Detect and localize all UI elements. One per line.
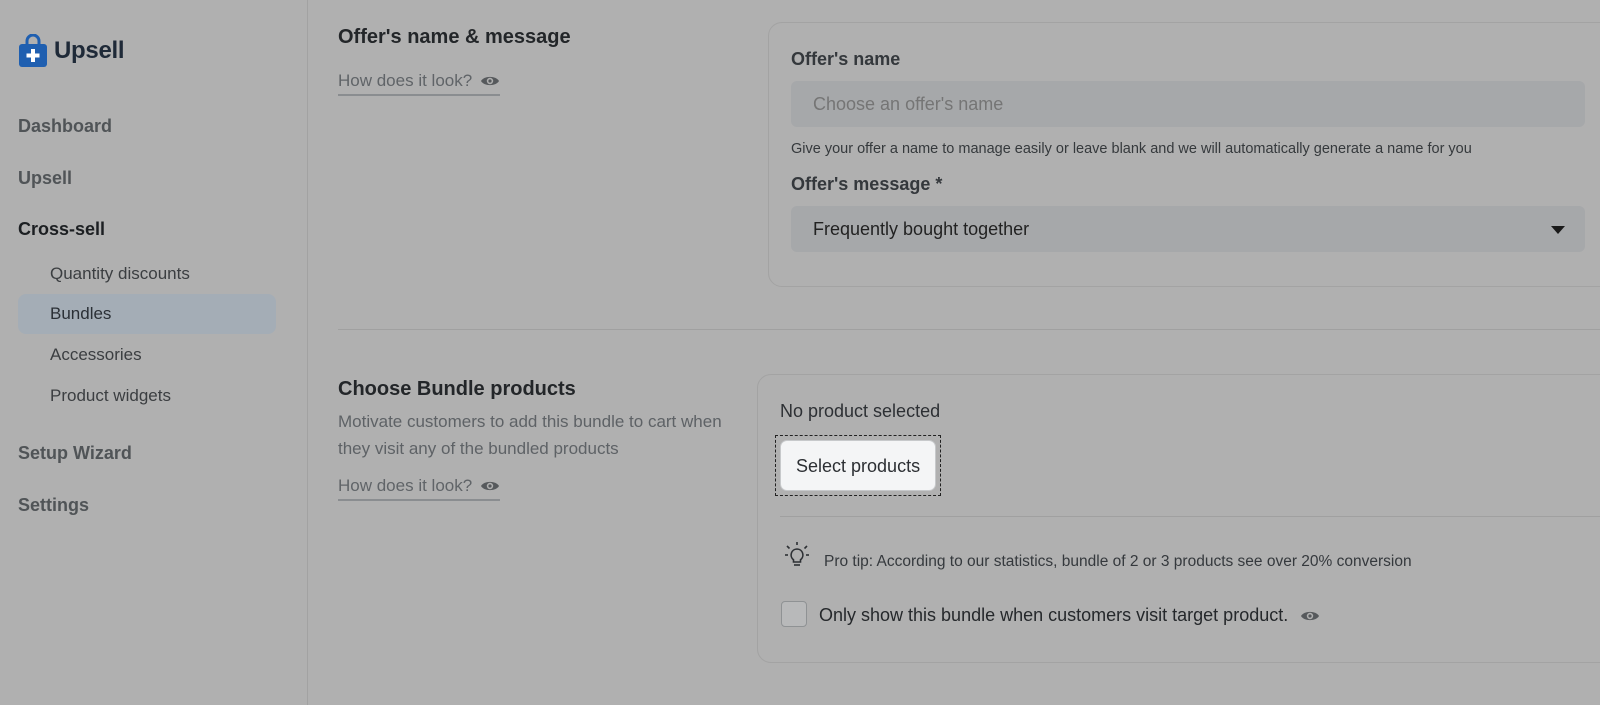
offer-name-input[interactable] — [791, 81, 1585, 127]
app-logo[interactable]: Upsell — [18, 34, 125, 68]
card-divider — [780, 516, 1600, 517]
target-product-checkbox-label[interactable]: Only show this bundle when customers vis… — [819, 605, 1320, 626]
select-products-button[interactable]: Select products — [780, 440, 937, 491]
offer-card: Offer's name Give your offer a name to m… — [768, 22, 1600, 287]
offer-message-select[interactable]: Frequently bought together — [791, 206, 1585, 252]
no-product-text: No product selected — [780, 401, 941, 421]
offer-name-label: Offer's name — [791, 49, 901, 69]
sidebar-subitem-quantity-discounts[interactable]: Quantity discounts — [18, 254, 276, 294]
sidebar-item-dashboard[interactable]: Dashboard — [18, 116, 112, 137]
caret-down-icon — [1551, 226, 1565, 234]
bundle-preview-link[interactable]: How does it look? — [338, 476, 501, 501]
lightbulb-icon — [785, 542, 809, 566]
sidebar-item-setup-wizard[interactable]: Setup Wizard — [18, 443, 132, 464]
target-product-checkbox[interactable] — [781, 601, 807, 627]
bundle-preview-link-label: How does it look? — [338, 476, 473, 495]
offer-section-title: Offer's name & message — [338, 26, 571, 48]
pro-tip-text: Pro tip: According to our statistics, bu… — [824, 553, 1412, 570]
sidebar-item-settings[interactable]: Settings — [18, 495, 89, 516]
section-divider — [338, 329, 1600, 330]
eye-icon — [481, 76, 500, 86]
shopping-bag-icon — [19, 34, 47, 67]
sidebar-subitem-product-widgets[interactable]: Product widgets — [18, 376, 276, 416]
offer-name-helper: Give your offer a name to manage easily … — [791, 141, 1472, 157]
offer-message-value: Frequently bought together — [813, 219, 1030, 239]
select-products-focus-ring: Select products — [775, 435, 942, 496]
sidebar-item-cross-sell[interactable]: Cross-sell — [18, 219, 105, 240]
offer-message-label: Offer's message * — [791, 174, 943, 194]
sidebar-subitem-bundles[interactable]: Bundles — [18, 294, 276, 334]
bundle-section-title: Choose Bundle products — [338, 378, 576, 400]
bundle-card: No product selected Select products Pro … — [757, 374, 1600, 663]
target-product-checkbox-text: Only show this bundle when customers vis… — [819, 605, 1289, 625]
offer-preview-link-label: How does it look? — [338, 71, 473, 90]
offer-preview-link[interactable]: How does it look? — [338, 71, 501, 96]
eye-icon — [481, 481, 500, 491]
app-name: Upsell — [54, 37, 125, 64]
sidebar-item-upsell[interactable]: Upsell — [18, 168, 72, 189]
sidebar-subitem-accessories[interactable]: Accessories — [18, 335, 276, 375]
bundle-section-description: Motivate customers to add this bundle to… — [338, 412, 722, 458]
sidebar: Upsell Dashboard Upsell Cross-sell Quant… — [0, 0, 308, 705]
eye-icon[interactable] — [1300, 609, 1320, 623]
